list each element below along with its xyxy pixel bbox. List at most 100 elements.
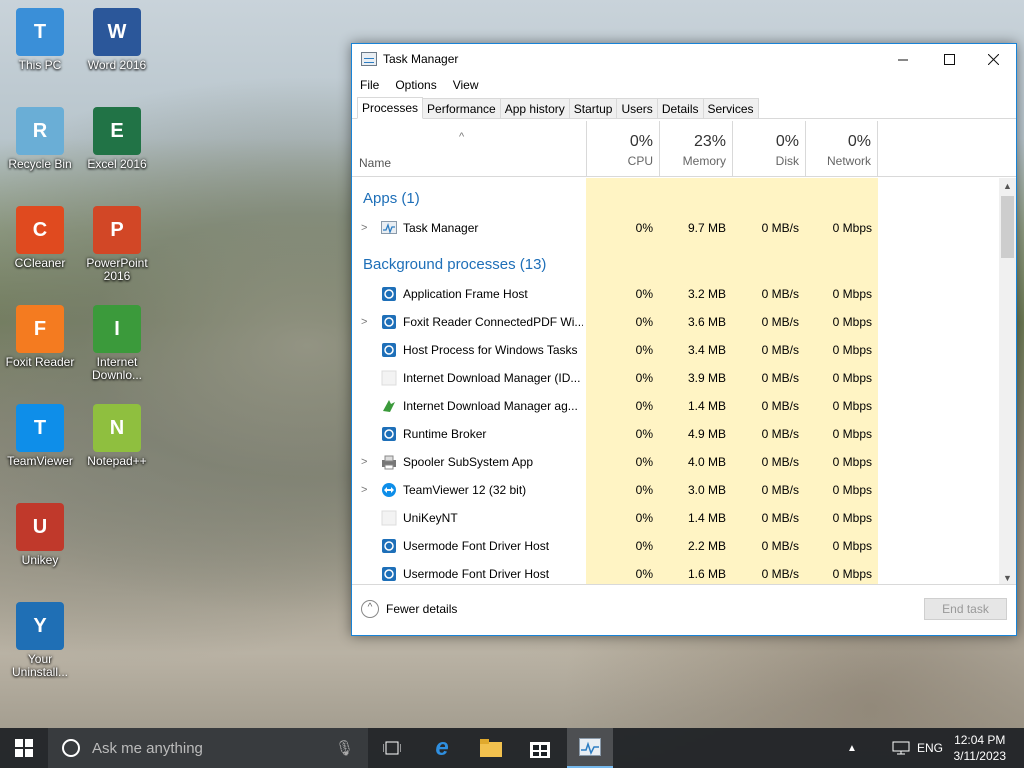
process-disk: 0 MB/s: [761, 399, 799, 413]
chevron-right-icon[interactable]: >: [361, 222, 367, 234]
task-view-button[interactable]: [370, 728, 414, 768]
process-name: Usermode Font Driver Host: [403, 539, 550, 553]
desktop-icon[interactable]: I Internet Downlo...: [77, 305, 157, 382]
column-cpu[interactable]: 0% CPU: [586, 121, 659, 177]
process-name: Application Frame Host: [403, 287, 528, 301]
uninstaller-icon: Y: [16, 602, 64, 650]
clock[interactable]: 12:04 PM 3/11/2023: [954, 732, 1007, 764]
process-row[interactable]: Runtime Broker 0% 4.9 MB 0 MB/s 0 Mbps: [352, 420, 999, 448]
process-cpu: 0%: [635, 455, 653, 469]
process-network: 0 Mbps: [832, 399, 872, 413]
system-process-icon: [381, 426, 397, 442]
network-button[interactable]: [888, 728, 914, 768]
task-manager-icon: [361, 52, 377, 66]
desktop-icon[interactable]: Y Your Uninstall...: [0, 602, 80, 679]
maximize-button[interactable]: [926, 44, 972, 74]
store-button[interactable]: [518, 728, 562, 768]
desktop-icon[interactable]: P PowerPoint 2016: [77, 206, 157, 283]
edge-button[interactable]: e: [420, 728, 464, 768]
tab-services[interactable]: Services: [702, 98, 759, 118]
task-manager-taskbar-icon: [579, 738, 601, 756]
chevron-right-icon[interactable]: >: [361, 316, 367, 328]
task-manager-taskbar-button[interactable]: [567, 728, 613, 768]
chevron-right-icon[interactable]: >: [361, 456, 367, 468]
process-row[interactable]: > Spooler SubSystem App 0% 4.0 MB 0 MB/s 0 Mb…: [352, 448, 999, 476]
process-disk: 0 MB/s: [761, 427, 799, 441]
scroll-thumb[interactable]: [1001, 196, 1014, 258]
network-total: 0%: [847, 133, 871, 150]
process-disk: 0 MB/s: [761, 315, 799, 329]
process-row[interactable]: Usermode Font Driver Host 0% 1.6 MB 0 MB/s 0…: [352, 560, 999, 586]
tab-users[interactable]: Users: [616, 98, 658, 118]
process-name: Foxit Reader ConnectedPDF Wi...: [403, 315, 583, 329]
process-row[interactable]: > Task Manager 0% 9.7 MB 0 MB/s 0 Mbps: [352, 214, 999, 242]
desktop-icon[interactable]: N Notepad++: [77, 404, 157, 468]
process-row[interactable]: Usermode Font Driver Host 0% 2.2 MB 0 MB/s 0…: [352, 532, 999, 560]
column-name[interactable]: Name: [359, 156, 391, 170]
desktop-icon[interactable]: R Recycle Bin: [0, 107, 80, 171]
desktop-icon[interactable]: W Word 2016: [77, 8, 157, 72]
scroll-up-icon[interactable]: ▲: [999, 178, 1016, 194]
process-row[interactable]: Application Frame Host 0% 3.2 MB 0 MB/s 0 Mb…: [352, 280, 999, 308]
word-icon: W: [93, 8, 141, 56]
minimize-button[interactable]: [880, 44, 926, 74]
title-bar[interactable]: Task Manager: [352, 44, 1016, 74]
printer-icon: [381, 454, 397, 470]
search-box[interactable]: Ask me anything 🎙: [48, 728, 368, 768]
process-row[interactable]: Internet Download Manager ag... 0% 1.4 MB 0…: [352, 392, 999, 420]
process-row[interactable]: > Foxit Reader ConnectedPDF Wi... 0% 3.6 MB…: [352, 308, 999, 336]
tab-details[interactable]: Details: [656, 98, 704, 118]
desktop-icon[interactable]: T TeamViewer: [0, 404, 80, 468]
tab-strip: Processes Performance App history Startu…: [352, 96, 1016, 119]
process-cpu: 0%: [635, 287, 653, 301]
search-placeholder: Ask me anything: [92, 739, 203, 757]
language-indicator[interactable]: ENG: [914, 728, 946, 768]
tab-processes[interactable]: Processes: [357, 97, 424, 119]
column-network[interactable]: 0% Network: [805, 121, 878, 177]
computer-icon: T: [16, 8, 64, 56]
memory-label: Memory: [682, 154, 726, 168]
process-row[interactable]: Host Process for Windows Tasks 0% 3.4 MB 0 …: [352, 336, 999, 364]
task-manager-window: Task Manager File Options View Processes…: [351, 43, 1017, 636]
file-explorer-button[interactable]: [469, 728, 513, 768]
desktop-icon-label: This PC: [18, 58, 62, 72]
close-button[interactable]: [970, 44, 1016, 74]
desktop-icon-label: Foxit Reader: [5, 355, 75, 369]
process-disk: 0 MB/s: [761, 287, 799, 301]
microphone-icon[interactable]: 🎙: [335, 739, 354, 757]
process-memory: 1.6 MB: [687, 567, 726, 581]
desktop-icon[interactable]: E Excel 2016: [77, 107, 157, 171]
end-task-button[interactable]: End task: [924, 598, 1007, 620]
desktop-icon[interactable]: T This PC: [0, 8, 80, 72]
desktop-icon[interactable]: C CCleaner: [0, 206, 80, 270]
desktop-icon-label: PowerPoint 2016: [86, 256, 148, 283]
network-label: Network: [826, 154, 871, 168]
column-disk[interactable]: 0% Disk: [732, 121, 805, 177]
column-memory[interactable]: 23% Memory: [659, 121, 732, 177]
process-name: Host Process for Windows Tasks: [403, 343, 578, 357]
desktop-icon[interactable]: F Foxit Reader: [0, 305, 80, 369]
tab-startup[interactable]: Startup: [568, 98, 618, 118]
desktop-icon[interactable]: U Unikey: [0, 503, 80, 567]
show-hidden-icons[interactable]: ▲: [840, 728, 864, 768]
start-button[interactable]: [0, 728, 48, 768]
menu-options[interactable]: Options: [395, 78, 436, 92]
fewer-details-button[interactable]: ^ Fewer details: [361, 600, 457, 618]
task-view-icon: [383, 741, 401, 755]
process-row[interactable]: Internet Download Manager (ID... 0% 3.9 MB…: [352, 364, 999, 392]
tab-performance[interactable]: Performance: [422, 98, 501, 118]
chevron-right-icon[interactable]: >: [361, 484, 367, 496]
vertical-scrollbar[interactable]: ▲ ▼: [999, 178, 1016, 586]
process-name: Internet Download Manager (ID...: [403, 371, 581, 385]
process-memory: 3.6 MB: [687, 315, 726, 329]
tab-app-history[interactable]: App history: [499, 98, 570, 118]
process-row[interactable]: UniKeyNT 0% 1.4 MB 0 MB/s 0 Mbps: [352, 504, 999, 532]
footer-bar: ^ Fewer details End task: [352, 584, 1016, 635]
group-apps: Apps (1): [363, 190, 420, 207]
process-row[interactable]: > TeamViewer 12 (32 bit) 0% 3.0 MB 0 MB/s 0 M…: [352, 476, 999, 504]
menu-file[interactable]: File: [360, 78, 379, 92]
menu-view[interactable]: View: [453, 78, 479, 92]
blank-process-icon: [381, 510, 397, 526]
process-disk: 0 MB/s: [761, 371, 799, 385]
process-cpu: 0%: [635, 343, 653, 357]
